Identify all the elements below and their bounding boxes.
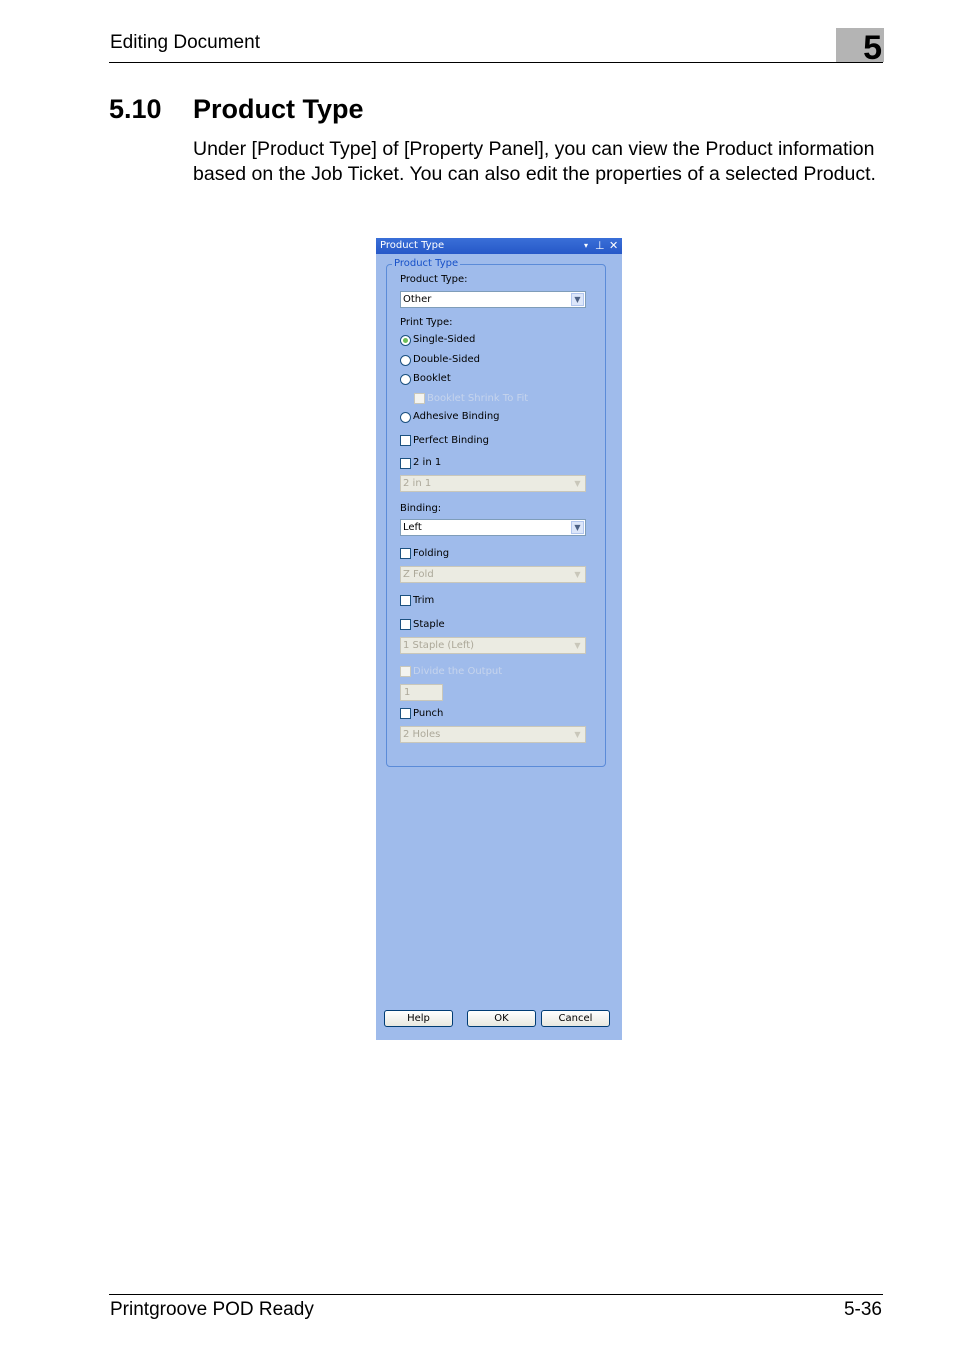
- staple-checkbox[interactable]: [400, 619, 411, 630]
- punch-select[interactable]: 2 Holes ▼: [400, 726, 586, 743]
- staple-label: Staple: [413, 619, 445, 630]
- adhesive-binding-label: Adhesive Binding: [413, 411, 500, 422]
- trim-checkbox[interactable]: [400, 595, 411, 606]
- two-in-one-select[interactable]: 2 in 1 ▼: [400, 475, 586, 492]
- staple-value: 1 Staple (Left): [403, 640, 475, 651]
- radio-booklet[interactable]: [400, 374, 411, 385]
- page-number: 5-36: [843, 1299, 882, 1320]
- two-in-one-value: 2 in 1: [403, 478, 432, 489]
- punch-value: 2 Holes: [403, 729, 441, 740]
- chapter-number: 5: [836, 28, 884, 67]
- chevron-down-icon[interactable]: ▼: [571, 521, 584, 534]
- cancel-button[interactable]: Cancel: [541, 1010, 610, 1027]
- ok-button[interactable]: OK: [467, 1010, 536, 1027]
- header-rule: [109, 62, 883, 63]
- chevron-down-icon[interactable]: ▼: [571, 728, 584, 741]
- product-type-label: Product Type:: [400, 274, 468, 285]
- product-type-panel: Product Type ▾ ⊥ ✕ Product Type Product …: [376, 238, 622, 1040]
- binding-value: Left: [403, 522, 422, 533]
- folding-label: Folding: [413, 548, 450, 559]
- divide-output-input[interactable]: 1: [400, 684, 443, 701]
- staple-select[interactable]: 1 Staple (Left) ▼: [400, 637, 586, 654]
- chevron-down-icon[interactable]: ▼: [571, 568, 584, 581]
- booklet-label: Booklet: [413, 373, 451, 384]
- chevron-down-icon[interactable]: ▼: [571, 639, 584, 652]
- divide-output-value: 1: [404, 687, 411, 698]
- folding-select[interactable]: Z Fold ▼: [400, 566, 586, 583]
- product-type-value: Other: [403, 294, 432, 305]
- radio-double-sided[interactable]: [400, 355, 411, 366]
- footer-rule: [109, 1294, 883, 1295]
- binding-select[interactable]: Left ▼: [400, 519, 586, 536]
- dropdown-arrow-icon[interactable]: ▾: [584, 239, 588, 253]
- divide-output-label: Divide the Output: [413, 666, 503, 677]
- two-in-one-label: 2 in 1: [413, 457, 442, 468]
- booklet-shrink-label: Booklet Shrink To Fit: [427, 393, 529, 404]
- group-label: Product Type: [392, 258, 461, 269]
- punch-checkbox[interactable]: [400, 708, 411, 719]
- booklet-shrink-checkbox[interactable]: [414, 393, 425, 404]
- chevron-down-icon[interactable]: ▼: [571, 477, 584, 490]
- binding-label: Binding:: [400, 503, 442, 514]
- double-sided-label: Double-Sided: [413, 354, 481, 365]
- pin-icon[interactable]: ⊥: [595, 239, 605, 253]
- radio-single-sided[interactable]: [400, 335, 411, 346]
- divide-output-checkbox[interactable]: [400, 666, 411, 677]
- section-number: 5.10: [109, 94, 162, 124]
- perfect-binding-label: Perfect Binding: [413, 435, 489, 446]
- folding-checkbox[interactable]: [400, 548, 411, 559]
- single-sided-label: Single-Sided: [413, 334, 476, 345]
- panel-title: Product Type: [380, 240, 445, 251]
- panel-titlebar: Product Type ▾ ⊥ ✕: [376, 238, 622, 254]
- perfect-binding-checkbox[interactable]: [400, 435, 411, 446]
- two-in-one-checkbox[interactable]: [400, 458, 411, 469]
- trim-label: Trim: [413, 595, 435, 606]
- print-type-label: Print Type:: [400, 317, 453, 328]
- help-button[interactable]: Help: [384, 1010, 453, 1027]
- product-type-select[interactable]: Other ▼: [400, 291, 586, 308]
- radio-adhesive-binding[interactable]: [400, 412, 411, 423]
- close-icon[interactable]: ✕: [609, 239, 618, 253]
- body-paragraph: Under [Product Type] of [Property Panel]…: [193, 138, 876, 185]
- footer-title: Printgroove POD Ready: [110, 1299, 314, 1320]
- punch-label: Punch: [413, 708, 444, 719]
- folding-value: Z Fold: [403, 569, 434, 580]
- chevron-down-icon[interactable]: ▼: [571, 293, 584, 306]
- section-title: Product Type: [193, 94, 364, 124]
- running-header: Editing Document: [110, 32, 260, 53]
